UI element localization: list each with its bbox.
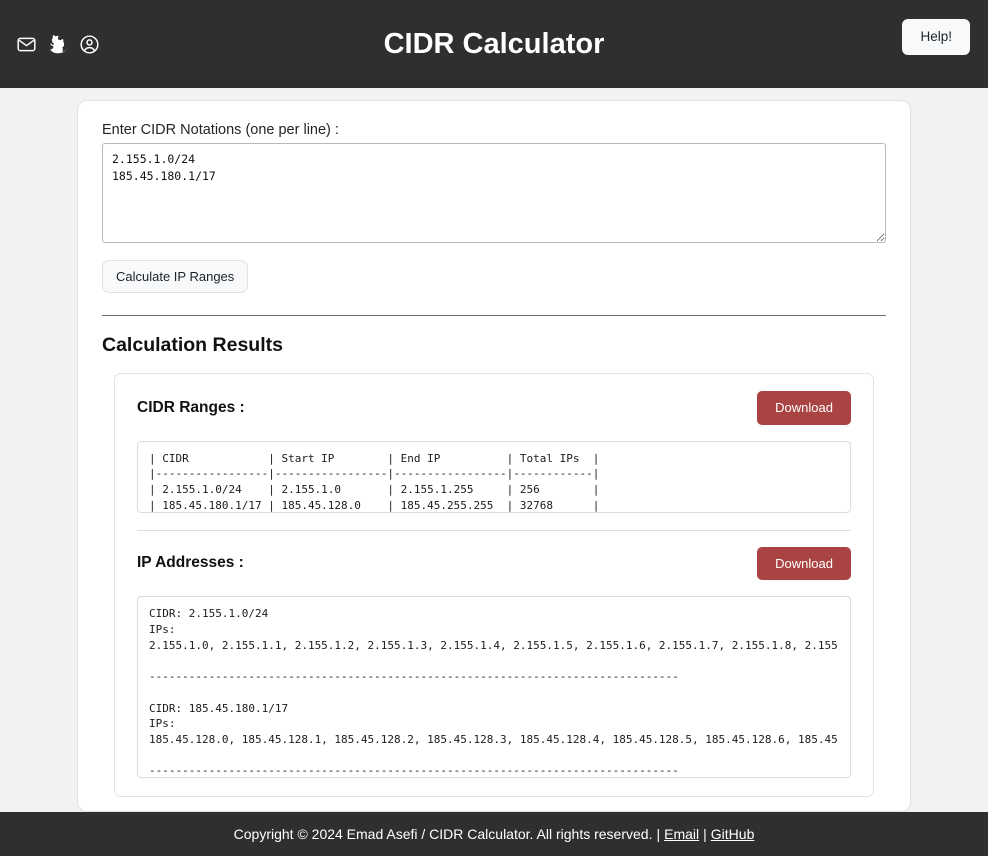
cidr-input-label: Enter CIDR Notations (one per line) : bbox=[102, 122, 339, 138]
app-root: CIDR Calculator Help! Enter CIDR Notatio… bbox=[0, 0, 988, 856]
download-cidr-ranges-button[interactable]: Download bbox=[757, 391, 851, 425]
help-button[interactable]: Help! bbox=[902, 19, 970, 56]
results-inner-rule bbox=[137, 529, 851, 531]
cidr-ranges-output-box: | CIDR | Start IP | End IP | Total IPs |… bbox=[137, 440, 851, 513]
app-header: CIDR Calculator Help! bbox=[0, 0, 988, 88]
ip-addresses-output-text: CIDR: 2.155.1.0/24 IPs: 2.155.1.0, 2.155… bbox=[149, 607, 839, 778]
account-icon[interactable] bbox=[79, 34, 100, 55]
cidr-ranges-ascii-table: | CIDR | Start IP | End IP | Total IPs |… bbox=[149, 451, 600, 512]
cidr-input[interactable] bbox=[102, 143, 886, 243]
ip-addresses-header: IP Addresses : Download bbox=[137, 546, 851, 581]
page-title: CIDR Calculator bbox=[383, 27, 605, 60]
footer-copyright: Copyright © 2024 Emad Asefi / CIDR Calcu… bbox=[233, 826, 653, 842]
footer-separator-1: | bbox=[656, 826, 661, 842]
footer-email-link[interactable]: Email bbox=[664, 826, 699, 842]
github-icon[interactable] bbox=[48, 34, 68, 55]
app-footer: Copyright © 2024 Emad Asefi / CIDR Calcu… bbox=[0, 812, 988, 856]
calculate-button-row: Calculate IP Ranges bbox=[102, 248, 886, 293]
download-ip-addresses-button[interactable]: Download bbox=[757, 546, 851, 581]
header-icon-group bbox=[16, 34, 100, 55]
footer-separator-2: | bbox=[703, 826, 707, 842]
main-content: Enter CIDR Notations (one per line) : Ca… bbox=[0, 88, 988, 812]
section-rule bbox=[102, 315, 886, 316]
cidr-ranges-header: CIDR Ranges : Download bbox=[137, 391, 851, 425]
cidr-ranges-title: CIDR Ranges : bbox=[137, 398, 245, 416]
email-icon[interactable] bbox=[16, 34, 37, 55]
footer-github-link[interactable]: GitHub bbox=[711, 826, 755, 842]
results-card: CIDR Ranges : Download | CIDR | Start IP… bbox=[114, 373, 874, 798]
main-card: Enter CIDR Notations (one per line) : Ca… bbox=[77, 100, 911, 812]
ip-addresses-title: IP Addresses : bbox=[137, 554, 244, 572]
calculation-results-heading: Calculation Results bbox=[102, 334, 283, 356]
calculate-ip-ranges-button[interactable]: Calculate IP Ranges bbox=[102, 260, 249, 293]
ip-addresses-output-box: CIDR: 2.155.1.0/24 IPs: 2.155.1.0, 2.155… bbox=[137, 596, 851, 779]
